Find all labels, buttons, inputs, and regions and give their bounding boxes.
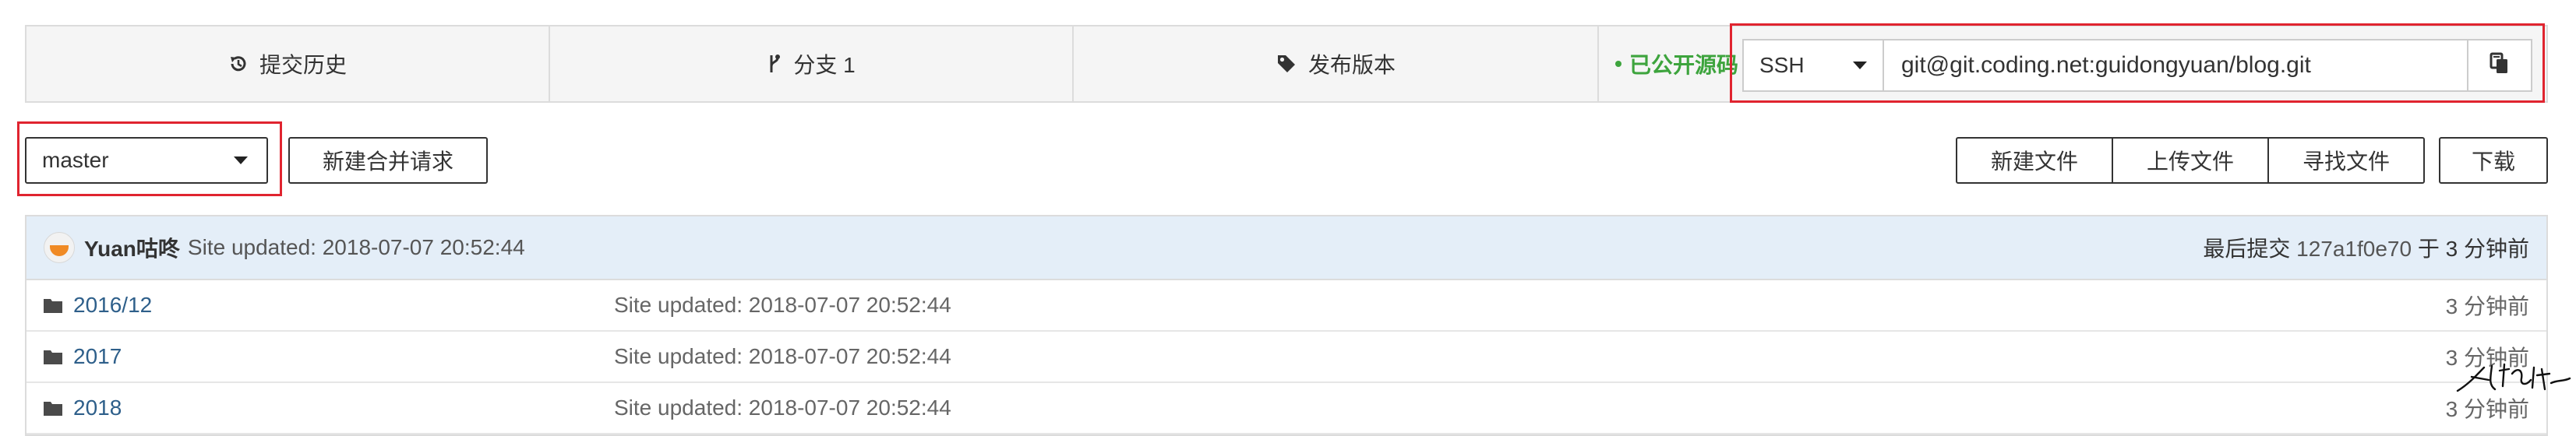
new-file-button[interactable]: 新建文件 [1956, 137, 2113, 184]
file-name-link[interactable]: 2018 [73, 396, 619, 420]
file-name-link[interactable]: 2017 [73, 344, 619, 369]
highlight-clone-url [1730, 23, 2545, 103]
releases-link[interactable]: 发布版本 [1074, 26, 1599, 101]
commit-message[interactable]: Site updated: 2018-07-07 20:52:44 [188, 235, 525, 260]
new-merge-request-button[interactable]: 新建合并请求 [288, 137, 488, 184]
folder-icon [44, 400, 62, 416]
last-commit-row: Yuan咕咚 Site updated: 2018-07-07 20:52:44… [26, 216, 2546, 280]
commit-history-label: 提交历史 [259, 53, 347, 77]
branch-icon [767, 53, 782, 75]
find-file-button[interactable]: 寻找文件 [2267, 137, 2425, 184]
upload-file-button[interactable]: 上传文件 [2112, 137, 2269, 184]
file-actions-group: 新建文件 上传文件 寻找文件 [1956, 137, 2425, 184]
last-commit-prefix: 最后提交 [2203, 237, 2291, 261]
file-name-link[interactable]: 2016/12 [73, 293, 619, 318]
table-row: 2018 Site updated: 2018-07-07 20:52:44 3… [26, 383, 2546, 434]
highlight-branch-select [17, 121, 282, 196]
download-button[interactable]: 下载 [2439, 137, 2548, 184]
tag-icon [1276, 53, 1297, 75]
avatar[interactable] [44, 232, 75, 263]
table-row: 2016/12 Site updated: 2018-07-07 20:52:4… [26, 280, 2546, 332]
commit-author[interactable]: Yuan咕咚 [84, 232, 180, 263]
releases-label: 发布版本 [1307, 53, 1396, 77]
status-dot-icon [1614, 61, 1621, 67]
commit-history-link[interactable]: 提交历史 [26, 26, 550, 101]
last-commit-time: 于 3 分钟前 [2417, 237, 2529, 261]
signature-watermark [2456, 363, 2571, 392]
commit-hash[interactable]: 127a1f0e70 [2296, 237, 2412, 261]
file-commit-message[interactable]: Site updated: 2018-07-07 20:52:44 [614, 396, 951, 420]
branches-link[interactable]: 分支 1 [550, 26, 1074, 101]
file-commit-message[interactable]: Site updated: 2018-07-07 20:52:44 [614, 293, 951, 318]
public-status-label: 已公开源码 [1629, 53, 1738, 77]
folder-icon [44, 349, 62, 364]
file-commit-time: 3 分钟前 [2445, 397, 2529, 421]
branches-label: 分支 1 [793, 53, 856, 77]
file-table: Yuan咕咚 Site updated: 2018-07-07 20:52:44… [25, 215, 2548, 436]
file-commit-message[interactable]: Site updated: 2018-07-07 20:52:44 [614, 344, 951, 369]
folder-icon [44, 297, 62, 313]
history-icon [228, 54, 249, 74]
table-row: 2017 Site updated: 2018-07-07 20:52:44 3… [26, 332, 2546, 383]
file-commit-time: 3 分钟前 [2445, 294, 2529, 318]
last-commit-info: 最后提交 127a1f0e70 于 3 分钟前 [2203, 232, 2529, 263]
